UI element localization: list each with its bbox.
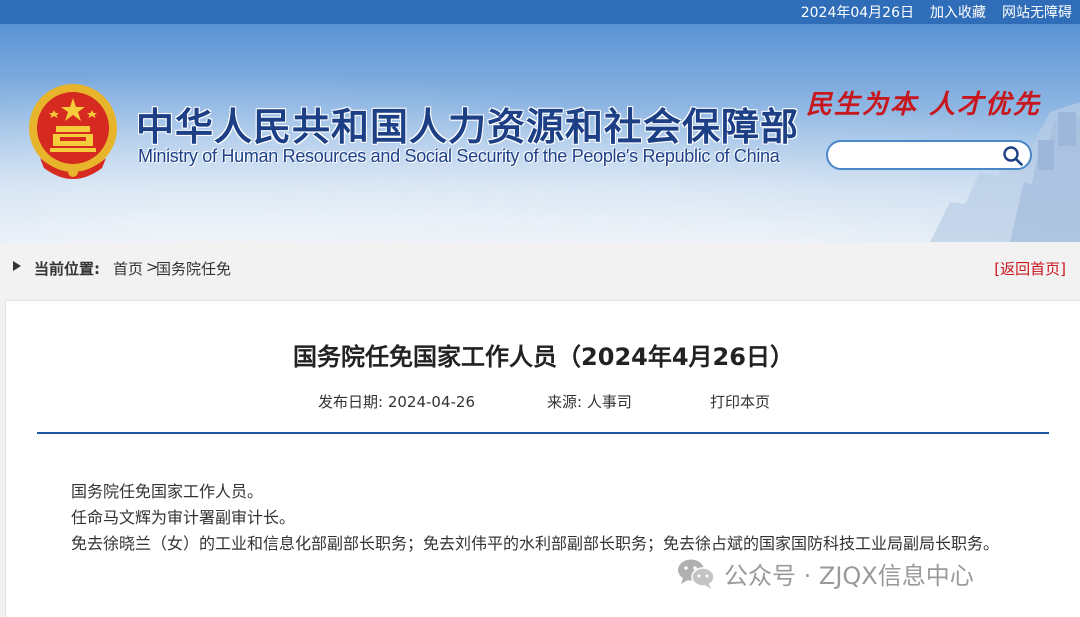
page: 2024年04月26日 加入收藏 网站无障碍 中华人民共和国人力资源和社会保障部… bbox=[0, 0, 1080, 617]
breadcrumb-label: 当前位置: bbox=[34, 260, 100, 278]
print-page-link[interactable]: 打印本页 bbox=[710, 391, 770, 412]
article-paragraph: 国务院任免国家工作人员。 bbox=[71, 482, 264, 501]
ministry-name-cn: 中华人民共和国人力资源和社会保障部 bbox=[136, 105, 800, 149]
wechat-watermark: 公众号 · ZJQX信息中心 bbox=[676, 556, 974, 591]
watermark-text: 公众号 · ZJQX信息中心 bbox=[724, 562, 974, 590]
national-emblem-icon bbox=[29, 84, 117, 179]
top-bar-links: 2024年04月26日 加入收藏 网站无障碍 bbox=[801, 2, 1072, 22]
add-favorite-link[interactable]: 加入收藏 bbox=[930, 2, 986, 22]
publish-date: 发布日期: 2024-04-26 bbox=[318, 393, 475, 411]
article-title: 国务院任免国家工作人员（2024年4月26日） bbox=[293, 343, 794, 371]
triangle-right-icon bbox=[13, 261, 21, 271]
top-bar: 2024年04月26日 加入收藏 网站无障碍 bbox=[0, 0, 1080, 24]
top-date: 2024年04月26日 bbox=[800, 5, 914, 21]
header-banner: 中华人民共和国人力资源和社会保障部 Ministry of Human Reso… bbox=[0, 24, 1080, 242]
breadcrumb: 当前位置: 首页 > 国务院任免 [返回首页] bbox=[0, 242, 1080, 292]
return-home-link[interactable]: [返回首页] bbox=[994, 258, 1066, 279]
title-divider bbox=[37, 432, 1049, 434]
article-source: 来源: 人事司 bbox=[547, 393, 632, 411]
ministry-name-en: Ministry of Human Resources and Social S… bbox=[138, 146, 780, 166]
breadcrumb-home-link[interactable]: 首页 bbox=[113, 258, 143, 279]
article-paragraph: 任命马文辉为审计署副审计长。 bbox=[71, 508, 296, 527]
article-body: 国务院任免国家工作人员。 任命马文辉为审计署副审计长。 免去徐晓兰（女）的工业和… bbox=[39, 479, 1049, 557]
slogan: 民生为本 人才优先 bbox=[806, 90, 1042, 120]
breadcrumb-current-link[interactable]: 国务院任免 bbox=[156, 258, 231, 279]
search-icon[interactable] bbox=[1002, 145, 1024, 167]
search-input[interactable] bbox=[840, 146, 1000, 166]
wechat-icon bbox=[678, 559, 715, 589]
accessibility-link[interactable]: 网站无障碍 bbox=[1002, 2, 1072, 22]
search-box bbox=[826, 140, 1032, 170]
article-paragraph: 免去徐晓兰（女）的工业和信息化部副部长职务；免去刘伟平的水利部副部长职务；免去徐… bbox=[71, 534, 1000, 553]
